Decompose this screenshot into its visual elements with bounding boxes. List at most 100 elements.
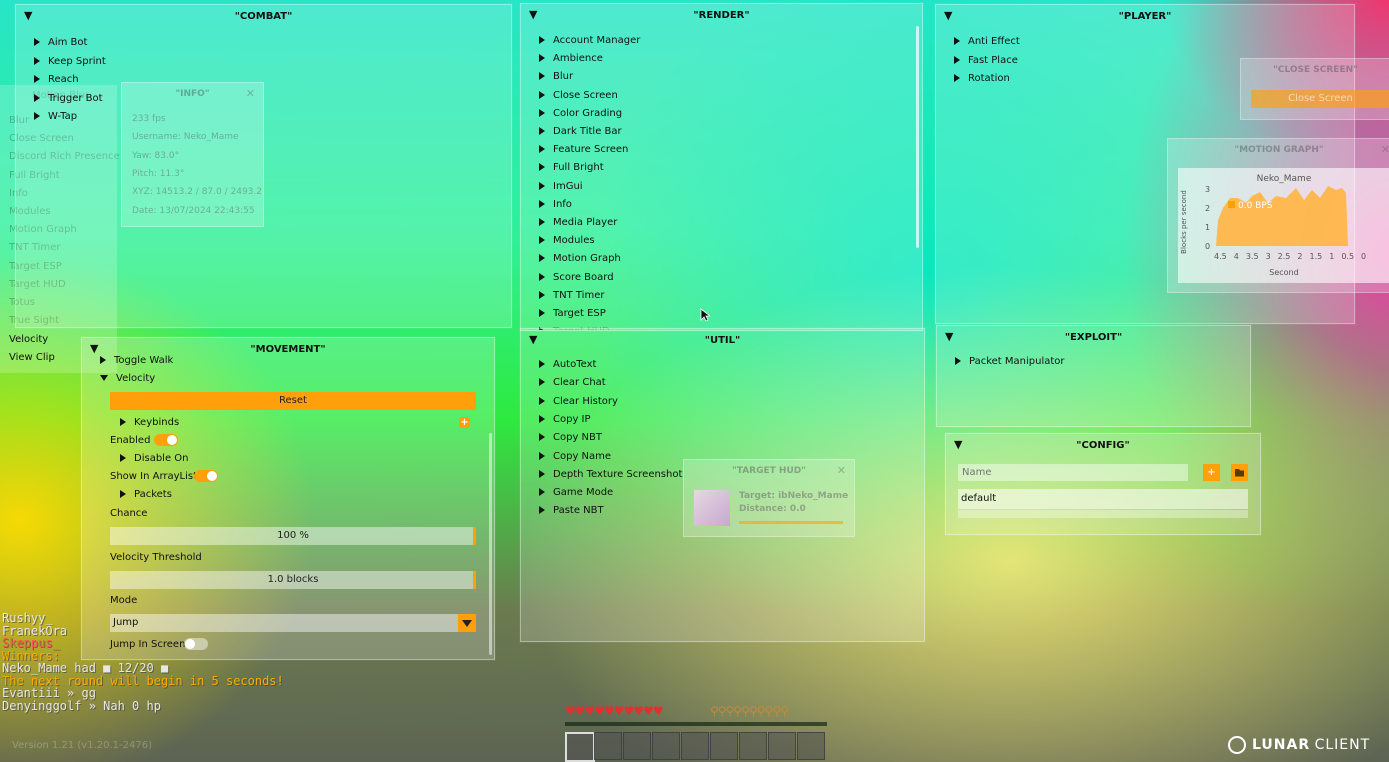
module-label: Packet Manipulator — [969, 356, 1065, 367]
folder-icon[interactable] — [1231, 464, 1248, 481]
module-item[interactable]: Reach — [34, 74, 79, 85]
show-arraylist-toggle[interactable] — [194, 470, 218, 482]
close-icon[interactable]: ✕ — [1381, 143, 1389, 156]
module-item[interactable]: Account Manager — [539, 35, 640, 46]
close-icon[interactable]: ✕ — [246, 87, 255, 100]
setting-keybinds[interactable]: Keybinds — [120, 417, 179, 428]
scrollbar[interactable] — [916, 26, 919, 248]
module-item[interactable]: Clear History — [539, 396, 618, 407]
setting-label: Packets — [134, 489, 172, 500]
slider-thumb[interactable] — [473, 527, 476, 545]
module-velocity[interactable]: Velocity — [100, 373, 155, 384]
expand-icon — [539, 199, 545, 208]
module-label: Rotation — [968, 73, 1010, 84]
module-label: Color Grading — [553, 107, 623, 119]
setting-packets[interactable]: Packets — [120, 489, 172, 500]
graph-bps-value: 0.0 BPS — [1238, 201, 1273, 211]
module-item[interactable]: Full Bright — [539, 162, 604, 173]
movement-panel: ▼ "MOVEMENT" Toggle Walk Velocity Reset … — [81, 337, 495, 660]
module-item[interactable]: W-Tap — [34, 111, 77, 122]
module-item[interactable]: Anti Effect — [954, 36, 1020, 47]
toggle-knob — [167, 435, 177, 445]
health-bar: ♥♥♥♥♥♥♥♥♥♥ — [565, 704, 664, 718]
config-add-button[interactable]: + — [1203, 464, 1220, 481]
module-label: Dark Title Bar — [553, 126, 622, 137]
module-item[interactable]: Packet Manipulator — [955, 356, 1065, 367]
module-item[interactable]: Ambience — [539, 53, 603, 64]
module-item[interactable]: Feature Screen — [539, 144, 628, 155]
expand-icon — [954, 37, 960, 45]
hotbar-slot[interactable] — [594, 732, 622, 760]
chance-slider[interactable]: 100 % — [110, 527, 476, 545]
module-item[interactable]: Copy IP — [539, 414, 591, 425]
module-item[interactable]: Copy NBT — [539, 432, 602, 443]
module-item[interactable]: ImGui — [539, 181, 583, 192]
module-item[interactable]: Target ESP — [539, 308, 606, 319]
module-label: AutoText — [553, 359, 597, 370]
slider-thumb[interactable] — [473, 571, 476, 589]
hotbar-slot[interactable] — [652, 732, 680, 760]
chevron-down-icon[interactable] — [458, 614, 476, 632]
config-name-input[interactable] — [958, 464, 1188, 481]
hotbar-slot[interactable] — [681, 732, 709, 760]
module-item[interactable]: Trigger Bot — [34, 93, 103, 104]
keybind-add-button[interactable]: + — [459, 417, 470, 428]
reset-button[interactable]: Reset — [110, 392, 476, 410]
close-screen-button[interactable]: Close Screen — [1251, 90, 1389, 108]
module-item[interactable]: Media Player — [539, 217, 617, 228]
side-list-item[interactable]: Velocity — [9, 334, 48, 345]
hotbar-slot[interactable] — [623, 732, 651, 760]
expand-icon — [539, 254, 545, 263]
threshold-label: Velocity Threshold — [110, 552, 202, 563]
module-item[interactable]: Clear Chat — [539, 377, 606, 388]
module-item[interactable]: Aim Bot — [34, 37, 87, 48]
module-item[interactable]: Rotation — [954, 73, 1010, 84]
module-item[interactable]: AutoText — [539, 359, 596, 370]
expand-icon — [539, 163, 545, 172]
graph-x-tick: 0 — [1361, 252, 1367, 261]
module-item[interactable]: Fast Place — [954, 55, 1018, 66]
module-toggle-walk[interactable]: Toggle Walk — [100, 355, 173, 366]
chat-line: The next round will begin in 5 seconds! — [2, 673, 284, 688]
toggle-knob — [185, 639, 195, 649]
setting-show-arraylist-label: Show In ArrayList — [110, 471, 198, 482]
module-item[interactable]: Depth Texture Screenshot — [539, 469, 682, 480]
module-item[interactable]: Game Mode — [539, 487, 613, 498]
module-item[interactable]: Keep Sprint — [34, 56, 106, 67]
graph-x-label: Second — [1269, 268, 1299, 277]
close-icon[interactable]: ✕ — [837, 464, 846, 477]
side-list-item[interactable]: View Clip — [9, 352, 55, 363]
module-item[interactable]: Dark Title Bar — [539, 126, 622, 137]
setting-disable-on[interactable]: Disable On — [120, 453, 188, 464]
module-item[interactable]: Close Screen — [539, 90, 618, 101]
moon-icon — [1228, 736, 1246, 754]
module-item[interactable]: Color Grading — [539, 108, 622, 119]
config-entry[interactable]: default — [958, 489, 1248, 509]
hotbar-slot[interactable] — [565, 732, 595, 762]
module-item[interactable]: Info — [539, 199, 572, 210]
chat-line: Skeppus_ — [2, 636, 60, 650]
graph-x-tick: 0.5 — [1341, 252, 1355, 261]
brand-name: LUNAR — [1252, 737, 1311, 753]
module-item[interactable]: Copy Name — [539, 451, 611, 462]
module-item[interactable]: Modules — [539, 235, 595, 246]
module-item[interactable]: TNT Timer — [539, 290, 604, 301]
enabled-toggle[interactable] — [154, 434, 178, 446]
scrollbar[interactable] — [489, 433, 492, 655]
threshold-slider[interactable]: 1.0 blocks — [110, 571, 476, 589]
jump-screen-toggle[interactable] — [184, 638, 208, 650]
module-item[interactable]: Motion Graph — [539, 253, 621, 264]
module-item[interactable]: Blur — [539, 71, 573, 82]
module-label: Copy Name — [553, 450, 612, 462]
hotbar-slot[interactable] — [797, 732, 825, 760]
config-list-space — [958, 510, 1248, 518]
info-line: Yaw: 83.0° — [132, 150, 180, 161]
module-item[interactable]: Paste NBT — [539, 505, 604, 516]
hotbar-slot[interactable] — [768, 732, 796, 760]
module-label: Fast Place — [968, 54, 1018, 66]
hotbar-slot[interactable] — [710, 732, 738, 760]
hotbar-slot[interactable] — [739, 732, 767, 760]
module-item[interactable]: Score Board — [539, 272, 614, 283]
mode-value: Jump — [113, 617, 139, 628]
mode-select[interactable]: Jump — [110, 614, 476, 632]
